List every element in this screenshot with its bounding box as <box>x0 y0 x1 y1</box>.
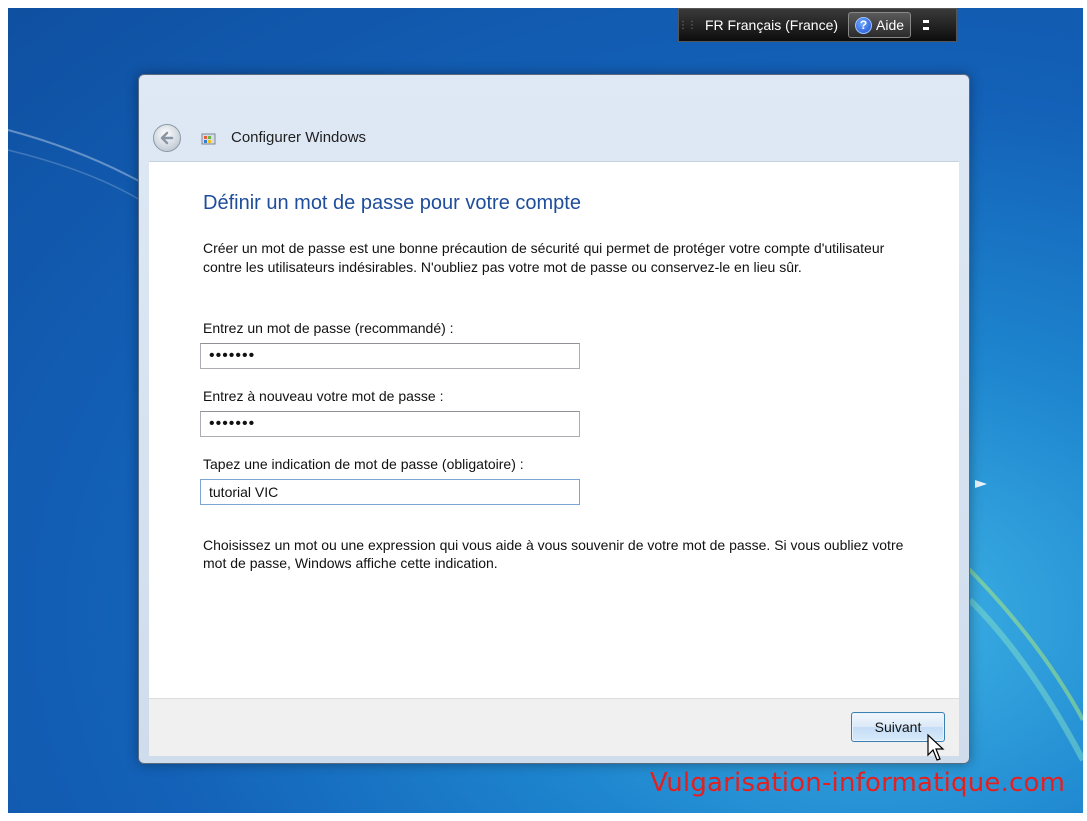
help-label: Aide <box>876 17 905 33</box>
setup-window: Configurer Windows Définir un mot de pas… <box>138 74 970 764</box>
page-heading: Définir un mot de passe pour votre compt… <box>203 192 581 214</box>
password-field[interactable] <box>200 343 580 369</box>
hint-help-text: Choisissez un mot ou une expression qui … <box>203 537 904 571</box>
frame-right <box>1083 0 1087 821</box>
back-arrow-button[interactable] <box>153 124 181 152</box>
title-bar: Configurer Windows <box>139 75 969 161</box>
confirm-password-field[interactable] <box>200 411 580 437</box>
frame-bottom <box>0 813 1087 821</box>
button-bar: Suivant <box>149 698 959 756</box>
intro-text: Créer un mot de passe est une bonne préc… <box>203 240 885 275</box>
hint-label: Tapez une indication de mot de passe (ob… <box>203 456 524 472</box>
password-label: Entrez un mot de passe (recommandé) : <box>203 320 454 336</box>
password-hint-field[interactable] <box>200 479 580 505</box>
content-panel: Définir un mot de passe pour votre compt… <box>149 161 959 698</box>
help-button[interactable]: ? Aide <box>848 12 912 38</box>
windows-setup-icon <box>201 133 216 145</box>
back-arrow-icon <box>160 131 174 145</box>
watermark-text: Vulgarisation-informatique.com <box>650 768 1066 798</box>
language-selector[interactable]: FR Français (France) <box>695 17 848 33</box>
frame-top <box>0 0 1087 8</box>
window-title: Configurer Windows <box>231 129 367 146</box>
mouse-pointer-icon <box>927 733 945 761</box>
help-question-icon: ? <box>855 16 873 34</box>
frame-left <box>0 0 8 821</box>
langbar-options-icon[interactable] <box>919 13 933 37</box>
confirm-password-label: Entrez à nouveau votre mot de passe : <box>203 388 444 404</box>
grip-handle-icon[interactable]: ⋮⋮ <box>678 9 697 41</box>
language-bar: ⋮⋮ FR Français (France) ? Aide <box>678 8 957 42</box>
